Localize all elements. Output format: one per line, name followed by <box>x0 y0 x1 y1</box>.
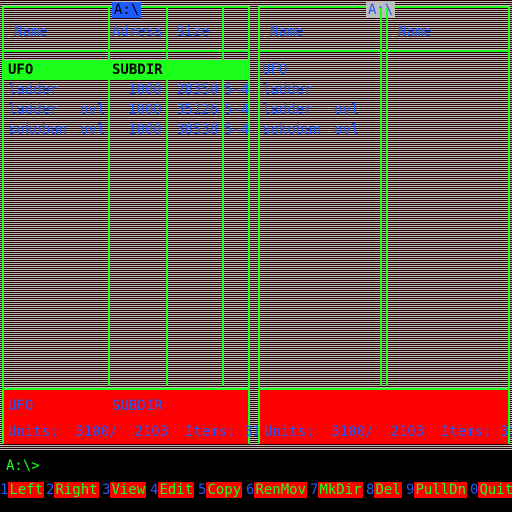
fkey-label: RenMov <box>254 482 308 498</box>
file-address: 1000 <box>128 102 162 118</box>
disk-units-stats: Units: 3100/ 2103 Items: 31 <box>8 424 261 440</box>
left-panel-title: A:\ <box>112 2 142 18</box>
fkey-copy-button[interactable]: 5Copy <box>198 480 243 500</box>
left-panel[interactable]: A:\ Name Adress Size UFO SUBDIR ladder 1… <box>2 2 261 444</box>
fkey-label: PullDn <box>414 482 468 498</box>
info-file-type: SUBDIR <box>112 398 163 414</box>
fkey-label: Quit <box>478 482 512 498</box>
file-ext: ovl <box>80 122 106 138</box>
header-name: Name <box>398 24 432 40</box>
file-ext: ovl <box>80 102 106 118</box>
fkey-label: Left <box>8 482 45 498</box>
header-name: Name <box>270 24 304 40</box>
file-size: 28350 <box>176 82 219 98</box>
fkey-label: MkDir <box>318 482 363 498</box>
fkey-label: Copy <box>206 482 243 498</box>
file-row[interactable]: ladder 1000 28350 5-4 <box>4 80 250 100</box>
header-address: Adress <box>112 24 163 40</box>
file-name: ladder <box>8 102 59 118</box>
fkey-view-button[interactable]: 3View <box>102 480 147 500</box>
right-info-bar: Units: 3100/ 2103 Items: 31 <box>260 388 512 444</box>
fkey-right-button[interactable]: 2Right <box>46 480 99 500</box>
fkey-edit-button[interactable]: 4Edit <box>150 480 195 500</box>
header-divider <box>260 50 508 52</box>
file-ext: ovl <box>334 102 360 118</box>
fkey-label: Right <box>54 482 99 498</box>
fkey-pulldn-button[interactable]: 9PullDn <box>406 480 468 500</box>
fkey-left-button[interactable]: 1Left <box>0 480 45 500</box>
fkey-label: Del <box>374 482 402 498</box>
file-date: 5-4 <box>224 102 250 118</box>
fkey-mkdir-button[interactable]: 7MkDir <box>310 480 363 500</box>
file-name: ladder <box>262 102 313 118</box>
file-row-selected[interactable]: UFO SUBDIR <box>4 60 248 80</box>
file-size: 38538 <box>176 122 219 138</box>
file-row[interactable]: UFO <box>260 60 508 80</box>
disk-units-stats: Units: 3100/ 2103 Items: 31 <box>264 424 512 440</box>
file-row[interactable]: sokoban ovl 1000 38538 5-4 <box>4 120 250 140</box>
right-panel[interactable]: A:\ Name Name UFO ladder ladder ovl soko… <box>258 2 512 444</box>
file-row[interactable]: ladder <box>260 80 508 100</box>
file-ext: ovl <box>334 122 360 138</box>
function-key-bar: 1Left 2Right 3View 4Edit 5Copy 6RenMov 7… <box>0 480 512 500</box>
file-row[interactable]: ladder ovl 1000 35126 5-4 <box>4 100 250 120</box>
file-name: sokoban <box>262 122 322 138</box>
fkey-label: Edit <box>158 482 195 498</box>
file-size: 35126 <box>176 102 219 118</box>
file-address: 1000 <box>128 122 162 138</box>
file-address: 1000 <box>128 82 162 98</box>
file-date: 5-4 <box>224 122 250 138</box>
fkey-quit-button[interactable]: 0Quit <box>470 480 512 500</box>
fkey-del-button[interactable]: 8Del <box>366 480 402 500</box>
file-name: ladder <box>262 82 313 98</box>
header-size: Size <box>176 24 210 40</box>
file-name: UFO <box>8 62 34 78</box>
header-name: Name <box>14 24 48 40</box>
file-name: ladder <box>8 82 59 98</box>
fkey-renmov-button[interactable]: 6RenMov <box>246 480 308 500</box>
file-row[interactable]: ladder ovl <box>260 100 508 120</box>
left-info-bar: UFO SUBDIR Units: 3100/ 2103 Items: 31 <box>4 388 261 444</box>
file-date: 5-4 <box>224 82 250 98</box>
header-divider <box>4 50 248 52</box>
file-name: sokoban <box>8 122 68 138</box>
file-name: UFO <box>262 62 288 78</box>
fkey-label: View <box>110 482 147 498</box>
info-file-name: UFO <box>8 398 34 414</box>
command-prompt[interactable]: A:\> <box>6 456 40 476</box>
file-row[interactable]: sokoban ovl <box>260 120 508 140</box>
file-address: SUBDIR <box>112 62 163 78</box>
